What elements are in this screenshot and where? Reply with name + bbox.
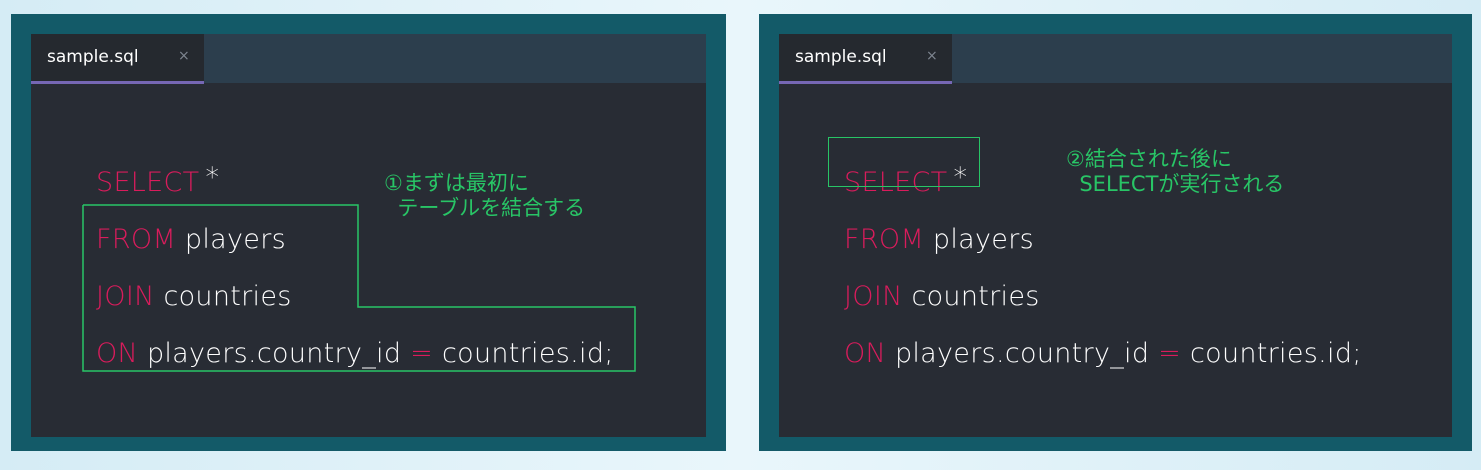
join-left-column: players.country_id <box>886 338 1159 369</box>
code-line-on: ON players.country_id = countries.id; <box>844 338 1362 369</box>
code-line-join: JOIN countries <box>844 281 1040 312</box>
annotation-step-2: ②結合された後に SELECTが実行される <box>1066 147 1285 196</box>
left-panel-frame: sample.sql × SELECT * FROM players JOIN c… <box>11 14 726 451</box>
table-players: players <box>924 224 1034 255</box>
equals-operator: = <box>1158 338 1182 369</box>
keyword-on: ON <box>844 338 887 369</box>
join-highlight-outline <box>82 204 636 372</box>
table-countries: countries <box>902 281 1040 312</box>
editor-tab-bar: sample.sql × <box>779 34 1452 84</box>
join-right-column: countries.id; <box>1181 338 1362 369</box>
keyword-join: JOIN <box>844 281 903 312</box>
code-line-from: FROM players <box>844 224 1034 255</box>
tab-sample-sql[interactable]: sample.sql × <box>779 34 952 84</box>
keyword-from: FROM <box>844 224 925 255</box>
code-editor-right: sample.sql × SELECT * FROM players JOIN c… <box>779 34 1452 437</box>
annotation-step-1: ①まずは最初に テーブルを結合する <box>384 171 586 220</box>
code-editor-left: sample.sql × SELECT * FROM players JOIN c… <box>31 34 706 437</box>
select-highlight-box <box>828 137 980 187</box>
right-panel-frame: sample.sql × SELECT * FROM players JOIN c… <box>759 14 1472 451</box>
close-icon[interactable]: × <box>926 48 938 64</box>
tab-label: sample.sql <box>795 47 887 67</box>
